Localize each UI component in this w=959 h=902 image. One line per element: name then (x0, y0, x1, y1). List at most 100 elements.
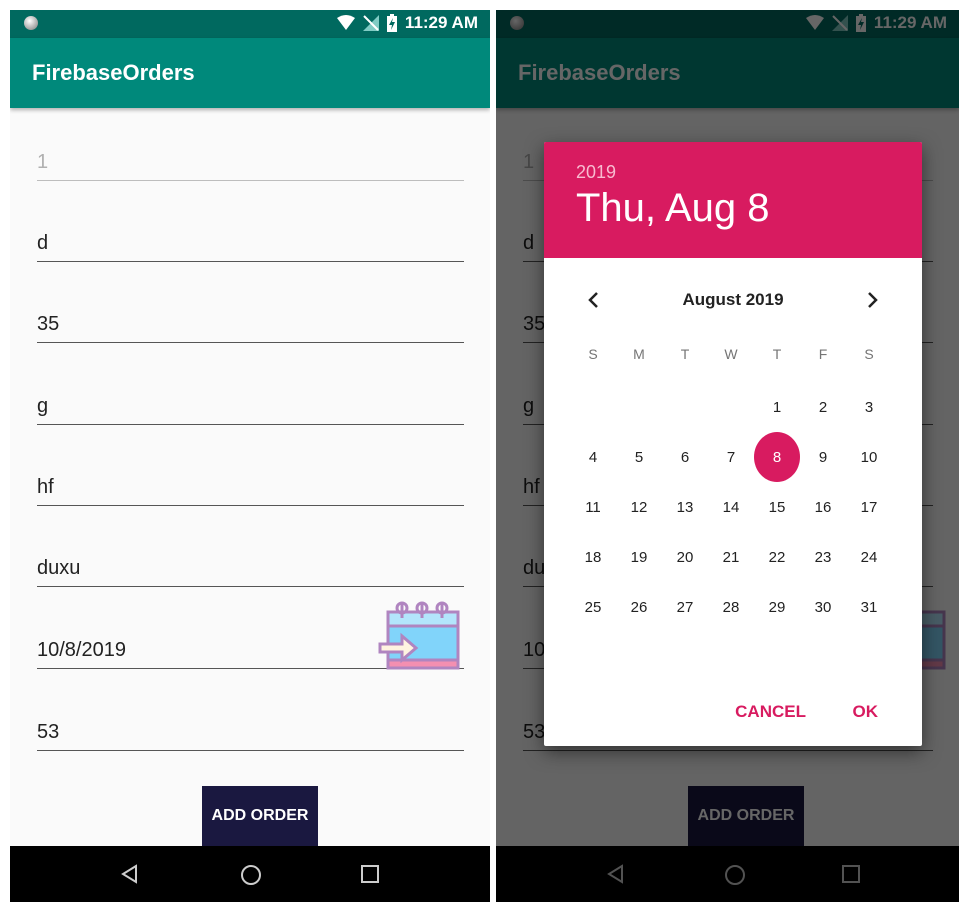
day-number: 3 (864, 398, 874, 416)
calendar-picker-icon[interactable] (378, 600, 462, 672)
form-screen: 11:29 AM FirebaseOrders 1 d 35 g hf duxu… (10, 10, 490, 902)
weekday-label: T (772, 346, 782, 362)
cancel-button[interactable]: CANCEL (735, 702, 806, 722)
app-bar: FirebaseOrders (10, 38, 490, 108)
day-number: 17 (860, 498, 878, 516)
day-number: 21 (722, 548, 740, 566)
day-cell[interactable]: 3 (846, 382, 892, 432)
day-cell[interactable]: 26 (616, 582, 662, 632)
day-number: 16 (814, 498, 832, 516)
day-number: 27 (676, 598, 694, 616)
field-2[interactable]: d (37, 221, 464, 262)
weekday-label: F (818, 346, 828, 362)
weekday-label: T (680, 346, 690, 362)
weekday-label: S (864, 346, 874, 362)
day-number: 14 (722, 498, 740, 516)
home-icon[interactable] (240, 864, 262, 886)
day-number: 24 (860, 548, 878, 566)
field-6[interactable]: duxu (37, 546, 464, 587)
day-number: 15 (768, 498, 786, 516)
day-cell[interactable]: 18 (570, 532, 616, 582)
day-number: 5 (634, 448, 644, 466)
app-title: FirebaseOrders (32, 60, 195, 85)
day-cell[interactable]: 29 (754, 582, 800, 632)
status-bar: 11:29 AM (10, 10, 490, 38)
add-order-button[interactable]: ADD ORDER (202, 786, 318, 846)
day-number: 25 (584, 598, 602, 616)
day-cell[interactable]: 1 (754, 382, 800, 432)
field-3[interactable]: 35 (37, 302, 464, 343)
day-cell[interactable]: 27 (662, 582, 708, 632)
selected-date-label: Thu, Aug 8 (576, 186, 770, 230)
dialog-actions: CANCEL OK (544, 692, 922, 732)
day-cell[interactable]: 22 (754, 532, 800, 582)
day-number: 20 (676, 548, 694, 566)
notification-dot-icon (24, 16, 38, 30)
day-cell[interactable]: 25 (570, 582, 616, 632)
field-8[interactable]: 53 (37, 710, 464, 751)
recents-icon[interactable] (360, 864, 380, 884)
date-picker-dialog: 2019 Thu, Aug 8 August 2019 SMTWTFS 1234… (544, 142, 922, 746)
day-cell[interactable]: 17 (846, 482, 892, 532)
day-cell[interactable]: 16 (800, 482, 846, 532)
day-grid: 1 2 3 4 5 6 7 8 9 10 11 12 13 14 15 16 17 18 19 20 21 22 23 24 2… (570, 382, 894, 632)
day-cell[interactable]: 11 (570, 482, 616, 532)
day-number: 11 (585, 498, 601, 516)
day-cell[interactable]: 9 (800, 432, 846, 482)
day-number: 1 (772, 398, 782, 416)
day-number: 30 (814, 598, 832, 616)
day-cell[interactable]: 30 (800, 582, 846, 632)
day-cell[interactable]: 23 (800, 532, 846, 582)
day-number: 19 (630, 548, 648, 566)
weekday-header: SMTWTFS (570, 346, 894, 366)
day-cell[interactable]: 12 (616, 482, 662, 532)
weekday-label: M (633, 346, 645, 362)
ok-button[interactable]: OK (853, 702, 879, 722)
day-cell[interactable]: 19 (616, 532, 662, 582)
chevron-right-icon[interactable] (860, 288, 884, 312)
date-picker-header: 2019 Thu, Aug 8 (544, 142, 922, 258)
day-number: 12 (630, 498, 648, 516)
nav-bar (10, 846, 490, 902)
day-number: 28 (722, 598, 740, 616)
day-cell[interactable]: 15 (754, 482, 800, 532)
day-cell[interactable]: 4 (570, 432, 616, 482)
day-number: 22 (768, 548, 786, 566)
day-number: 4 (588, 448, 598, 466)
day-number: 29 (768, 598, 786, 616)
day-number: 6 (680, 448, 690, 466)
day-cell[interactable]: 10 (846, 432, 892, 482)
battery-charging-icon (386, 14, 397, 32)
day-cell[interactable]: 20 (662, 532, 708, 582)
no-sim-icon (362, 15, 379, 31)
field-4[interactable]: g (37, 384, 464, 425)
day-number: 9 (818, 448, 828, 466)
day-cell[interactable]: 24 (846, 532, 892, 582)
back-icon[interactable] (120, 864, 140, 884)
day-number: 31 (860, 598, 878, 616)
field-5[interactable]: hf (37, 465, 464, 506)
day-cell[interactable]: 28 (708, 582, 754, 632)
day-cell[interactable]: 6 (662, 432, 708, 482)
day-number: 23 (814, 548, 832, 566)
day-cell[interactable]: 2 (800, 382, 846, 432)
year-selector[interactable]: 2019 (576, 162, 616, 183)
day-number: 13 (676, 498, 694, 516)
month-navigation: August 2019 (544, 280, 922, 320)
selected-day[interactable]: 8 (754, 432, 800, 482)
day-cell[interactable]: 7 (708, 432, 754, 482)
day-number: 8 (754, 432, 800, 482)
day-cell[interactable]: 5 (616, 432, 662, 482)
day-cell[interactable]: 31 (846, 582, 892, 632)
day-number: 2 (818, 398, 828, 416)
day-number: 7 (726, 448, 736, 466)
weekday-label: S (588, 346, 598, 362)
day-number: 26 (630, 598, 648, 616)
day-cell[interactable]: 13 (662, 482, 708, 532)
date-picker-screen: 11:29 AM FirebaseOrders 1 d 35 g hf duxu… (496, 10, 959, 902)
wifi-icon (336, 15, 355, 30)
order-id-field[interactable]: 1 (37, 140, 464, 181)
day-cell[interactable]: 14 (708, 482, 754, 532)
status-time: 11:29 AM (404, 13, 478, 32)
day-cell[interactable]: 21 (708, 532, 754, 582)
